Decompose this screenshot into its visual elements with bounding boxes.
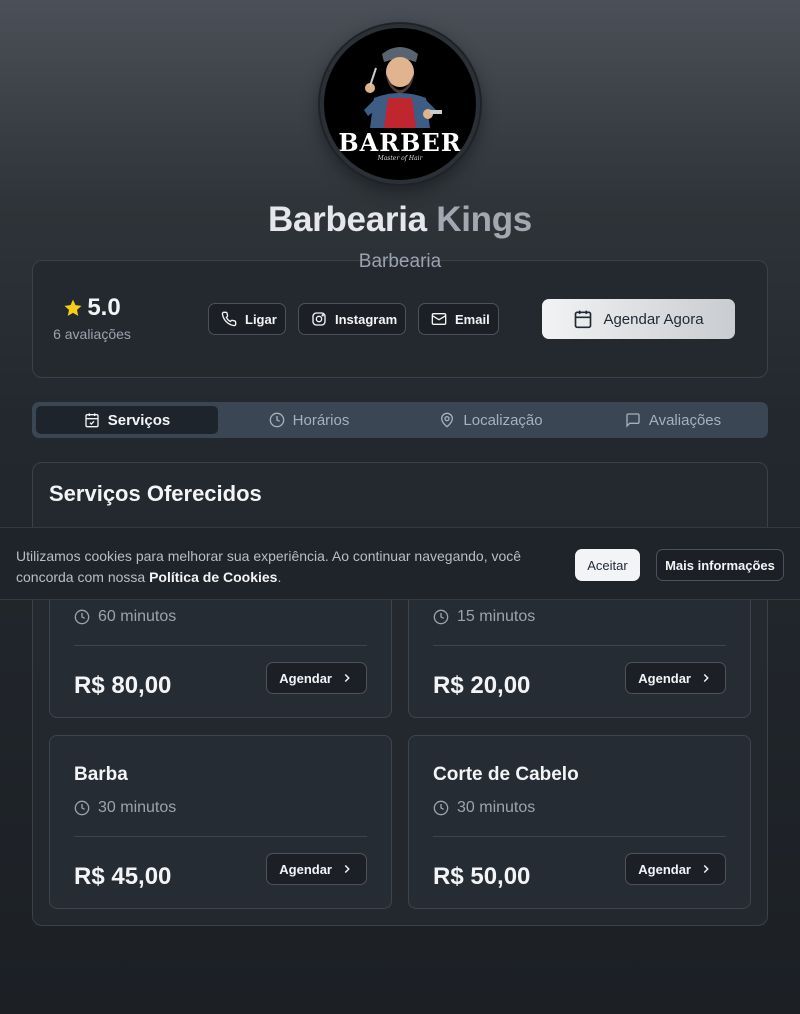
message-square-icon: [625, 412, 641, 428]
schedule-label: Agendar: [638, 861, 691, 877]
service-duration: 60 minutos: [74, 608, 176, 626]
calendar-check-icon: [84, 412, 100, 428]
service-name: Barba: [74, 764, 128, 785]
divider: [74, 645, 367, 646]
service-card: Corte de Cabelo 30 minutos R$ 50,00 Agen…: [408, 735, 751, 909]
more-info-button[interactable]: Mais informações: [656, 549, 784, 581]
divider: [74, 836, 367, 837]
tab-hours[interactable]: Horários: [218, 406, 400, 434]
instagram-button[interactable]: Instagram: [298, 303, 406, 335]
service-duration: 15 minutos: [433, 608, 535, 626]
tab-bar: Serviços Horários Localização Avaliações: [32, 402, 768, 438]
clock-icon: [433, 800, 449, 816]
service-price: R$ 50,00: [433, 863, 531, 890]
tab-reviews-label: Avaliações: [648, 411, 722, 429]
services-title: Serviços Oferecidos: [49, 481, 262, 506]
rating-count: 6 avaliações: [53, 326, 131, 342]
phone-icon: [221, 311, 237, 327]
logo-text: BARBER: [338, 128, 462, 157]
business-logo: BARBER Master of Hair: [320, 24, 480, 184]
service-name: Corte de Cabelo: [433, 764, 579, 785]
service-price: R$ 80,00: [74, 672, 172, 699]
cookie-message: Utilizamos cookies para melhorar sua exp…: [16, 546, 566, 588]
schedule-label: Agendar: [279, 670, 332, 686]
rating-summary: 5.0 6 avaliações: [32, 294, 152, 342]
schedule-button[interactable]: Agendar: [625, 662, 726, 694]
schedule-button[interactable]: Agendar: [266, 853, 367, 885]
service-duration-text: 30 minutos: [98, 799, 177, 816]
business-name-word1: Barbearia: [268, 200, 427, 239]
cookie-text-end: .: [277, 569, 282, 585]
clock-icon: [74, 800, 90, 816]
service-duration-text: 30 minutos: [457, 799, 536, 816]
chevron-right-icon: [340, 671, 354, 685]
business-name-word2: Kings: [436, 200, 532, 239]
star-icon: [63, 298, 83, 318]
service-price: R$ 20,00: [433, 672, 531, 699]
divider: [433, 645, 726, 646]
schedule-button[interactable]: Agendar: [625, 853, 726, 885]
service-duration-text: 15 minutos: [457, 608, 536, 625]
tab-reviews[interactable]: Avaliações: [582, 406, 764, 434]
call-button[interactable]: Ligar: [208, 303, 286, 335]
accept-cookies-button[interactable]: Aceitar: [575, 549, 640, 581]
schedule-button[interactable]: Agendar: [266, 662, 367, 694]
divider: [433, 836, 726, 837]
chevron-right-icon: [699, 862, 713, 876]
tab-location-label: Localização: [463, 411, 543, 429]
mail-icon: [431, 311, 447, 327]
map-pin-icon: [439, 412, 455, 428]
call-label: Ligar: [245, 311, 277, 327]
schedule-label: Agendar: [279, 861, 332, 877]
schedule-label: Agendar: [638, 670, 691, 686]
tab-location[interactable]: Localização: [400, 406, 582, 434]
service-price: R$ 45,00: [74, 863, 172, 890]
tab-services[interactable]: Serviços: [36, 406, 218, 434]
email-button[interactable]: Email: [418, 303, 499, 335]
chevron-right-icon: [340, 862, 354, 876]
service-duration: 30 minutos: [74, 799, 176, 817]
business-name: Barbearia Kings: [0, 200, 800, 240]
calendar-icon: [573, 309, 593, 329]
service-duration-text: 60 minutos: [98, 608, 177, 625]
book-now-label: Agendar Agora: [603, 310, 704, 328]
service-duration: 30 minutos: [433, 799, 535, 817]
cookie-policy-link[interactable]: Política de Cookies: [149, 569, 277, 585]
cookie-banner: Utilizamos cookies para melhorar sua exp…: [0, 527, 800, 600]
clock-icon: [269, 412, 285, 428]
rating-score: 5.0: [87, 294, 121, 321]
clock-icon: [433, 609, 449, 625]
instagram-icon: [311, 311, 327, 327]
tab-hours-label: Horários: [292, 411, 350, 429]
tab-services-label: Serviços: [107, 411, 171, 429]
logo-subtext: Master of Hair: [377, 155, 423, 162]
email-label: Email: [455, 311, 490, 327]
book-now-button[interactable]: Agendar Agora: [542, 299, 735, 339]
service-card: Barba 30 minutos R$ 45,00 Agendar: [49, 735, 392, 909]
chevron-right-icon: [699, 671, 713, 685]
instagram-label: Instagram: [335, 311, 398, 327]
business-category: Barbearia: [358, 251, 442, 272]
clock-icon: [74, 609, 90, 625]
